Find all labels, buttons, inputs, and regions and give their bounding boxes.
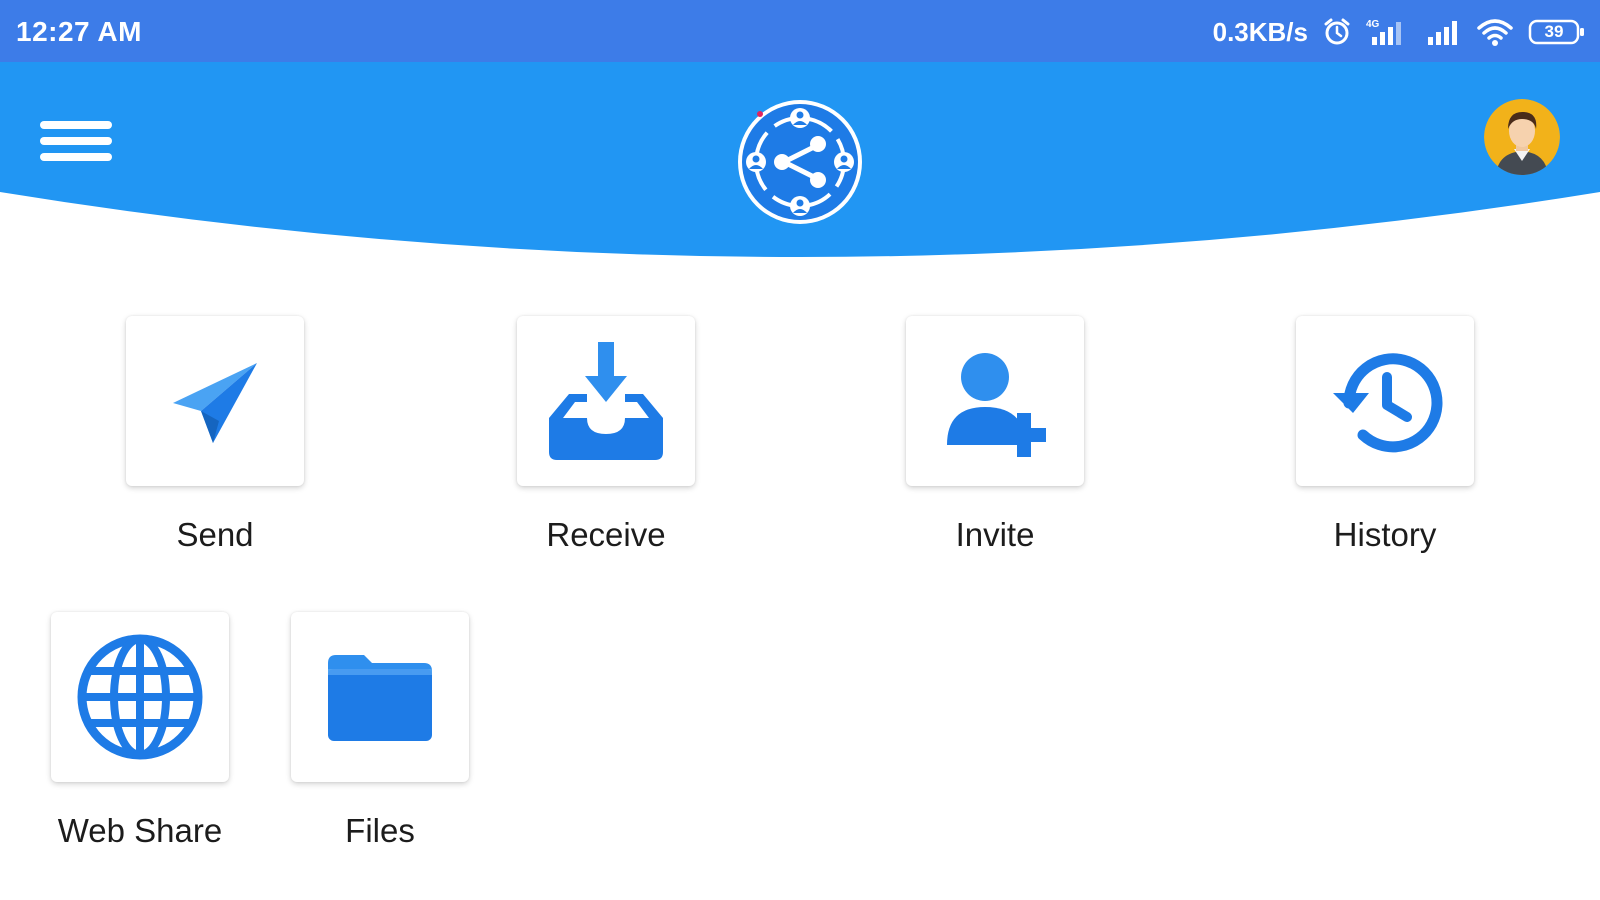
history-clock-icon: [1333, 353, 1443, 453]
user-avatar: [1484, 99, 1560, 175]
hamburger-menu-icon[interactable]: [36, 117, 116, 165]
receive-button[interactable]: Receive: [511, 316, 701, 554]
web-share-tile-card: [51, 612, 229, 782]
folder-icon: [328, 655, 432, 741]
globe-icon: [77, 634, 203, 760]
paper-plane-icon: [173, 363, 257, 443]
files-label: Files: [345, 812, 415, 849]
inbox-download-icon: [549, 342, 663, 460]
web-share-button[interactable]: Web Share: [45, 612, 235, 850]
avatar[interactable]: [1484, 99, 1560, 175]
wifi-icon: [1477, 19, 1513, 46]
add-user-icon: [947, 353, 1046, 457]
app-header: [0, 62, 1600, 262]
signal-4g-icon: 4G: [1366, 19, 1401, 45]
invite-tile-card: [906, 316, 1084, 486]
invite-label: Invite: [955, 516, 1035, 553]
share-network-logo: [738, 100, 862, 224]
history-button[interactable]: History: [1290, 316, 1480, 554]
web-share-label: Web Share: [57, 812, 223, 849]
send-tile-card: [126, 316, 304, 486]
battery-level: 39: [1544, 22, 1564, 41]
signal-icon: [1428, 21, 1457, 45]
status-icons: 0.3KB/s 4G 39: [1213, 12, 1586, 52]
battery-icon: 39: [1528, 19, 1586, 45]
receive-tile-card: [517, 316, 695, 486]
alarm-icon: [1324, 18, 1350, 45]
history-tile-card: [1296, 316, 1474, 486]
status-bar: 12:27 AM 0.3KB/s 4G 39: [0, 0, 1600, 64]
files-tile-card: [291, 612, 469, 782]
status-time: 12:27 AM: [16, 16, 142, 47]
send-label: Send: [176, 516, 254, 553]
files-button[interactable]: Files: [285, 612, 475, 850]
network-speed: 0.3KB/s: [1212, 16, 1308, 47]
receive-label: Receive: [546, 516, 666, 553]
send-button[interactable]: Send: [120, 316, 310, 554]
svg-text:4G: 4G: [1366, 19, 1380, 30]
history-label: History: [1333, 516, 1437, 553]
invite-button[interactable]: Invite: [900, 316, 1090, 554]
